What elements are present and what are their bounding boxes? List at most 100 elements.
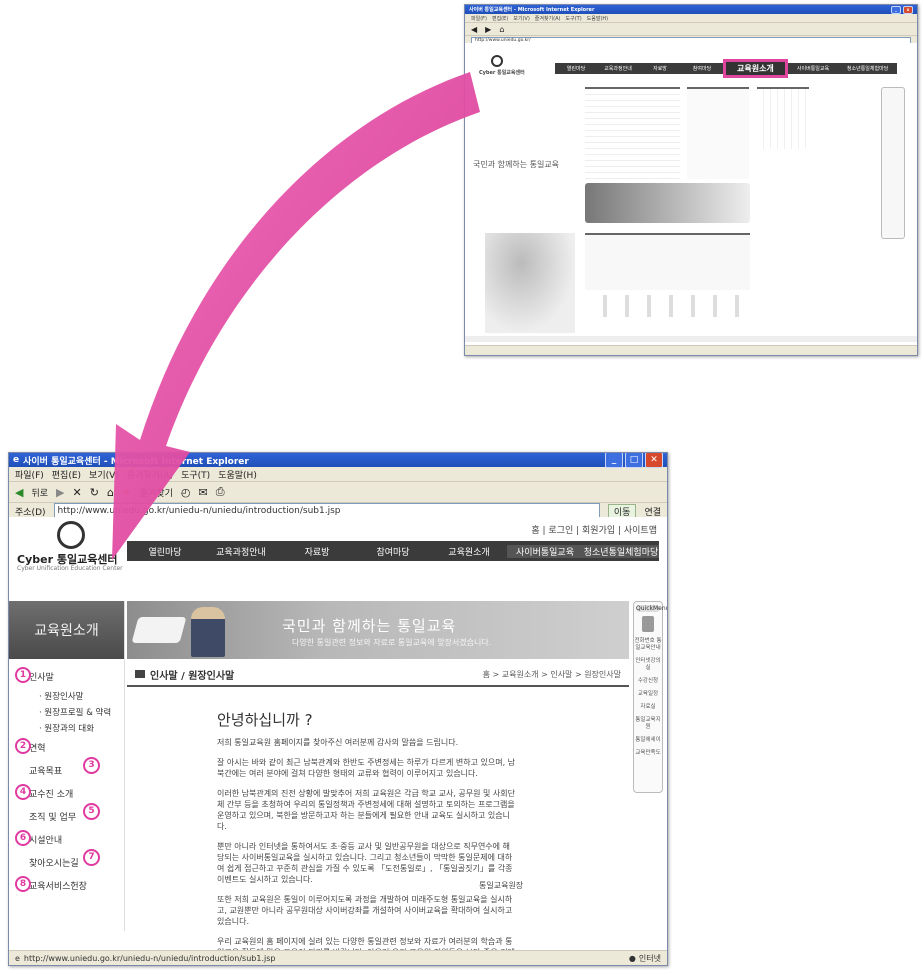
- quick-menu-item[interactable]: 자료실: [634, 704, 662, 711]
- small-minimize-button[interactable]: _: [891, 5, 901, 14]
- small-calendar: [757, 87, 809, 149]
- small-nav-item[interactable]: 자료방: [639, 65, 681, 72]
- nav-cyber-education[interactable]: 사이버통일교육: [507, 544, 583, 558]
- utility-nav[interactable]: 홈 | 로그인 | 회원가입 | 사이트맵: [531, 523, 657, 536]
- mail-icon[interactable]: ✉: [199, 486, 208, 499]
- small-menu-tools[interactable]: 도구(T): [566, 15, 582, 22]
- nav-participation[interactable]: 참여마당: [355, 545, 431, 558]
- close-button[interactable]: ✕: [645, 453, 663, 468]
- callout-number: 3: [83, 757, 100, 774]
- left-nav-sub-label[interactable]: 원장프로필 & 약력: [44, 708, 111, 718]
- big-title-bar: e 사이버 통일교육센터 - Microsoft Internet Explor…: [9, 453, 667, 468]
- left-nav-greeting[interactable]: 1 인사말: [13, 665, 120, 688]
- left-nav-sub-label[interactable]: 원장과의 대화: [44, 724, 94, 734]
- menu-tools[interactable]: 도구(T): [181, 468, 210, 481]
- nav-youth-experience[interactable]: 청소년통일체험마당: [583, 544, 659, 558]
- left-nav-sub-item[interactable]: · 원장과의 대화: [13, 720, 120, 736]
- left-nav-service-charter-label[interactable]: 교육서비스헌장: [29, 882, 87, 892]
- small-status-bar: [465, 345, 917, 355]
- internet-zone-icon: ●: [628, 953, 636, 963]
- left-nav-sub-item[interactable]: · 원장인사말: [13, 688, 120, 704]
- left-nav-organization-label[interactable]: 조직 및 업무: [29, 813, 76, 823]
- left-nav-sub-item[interactable]: · 원장프로필 & 약력: [13, 704, 120, 720]
- greeting-paragraph: 이러한 남북관계의 진전 상황에 발맞추어 저희 교육원은 각급 학교 교사, …: [217, 789, 516, 831]
- quick-menu-header: QuickMenu: [636, 605, 668, 612]
- small-close-button[interactable]: x: [903, 5, 913, 14]
- favorites-button-label[interactable]: 즐겨찾기: [140, 486, 173, 499]
- left-nav-organization[interactable]: 조직 및 업무 5: [13, 803, 120, 828]
- greeting-paragraph: 잘 아시는 바와 같이 최근 남북관계와 한반도 주변정세는 하루가 다르게 변…: [217, 758, 516, 778]
- small-menu-bar: 파일(F) 편집(E) 보기(V) 즐겨찾기(A) 도구(T) 도움말(H): [465, 14, 917, 23]
- quick-menu-item[interactable]: 수강신청: [634, 678, 662, 685]
- small-nav-item[interactable]: 열린마당: [555, 65, 597, 72]
- left-nav-greeting-label[interactable]: 인사말: [29, 673, 54, 683]
- greeting-paragraph: 저희 통일교육원 홈페이지를 찾아주신 여러분께 감사의 말씀을 드립니다.: [217, 738, 459, 747]
- small-menu-file[interactable]: 파일(F): [471, 15, 487, 22]
- greeting-heading: 안녕하십니까 ?: [217, 711, 313, 729]
- left-nav-faculty[interactable]: 4 교수진 소개: [13, 782, 120, 805]
- quick-menu-item[interactable]: 교육만족도: [634, 750, 662, 757]
- quick-menu-item[interactable]: 전화번호 통일교육안내: [634, 638, 662, 652]
- small-nav-highlight-tab[interactable]: 교육원소개: [723, 59, 788, 78]
- quick-menu-item[interactable]: 통일에세이: [634, 737, 662, 744]
- menu-file[interactable]: 파일(F): [15, 468, 44, 481]
- back-button-label[interactable]: 뒤로: [31, 486, 48, 499]
- left-nav-goals-label[interactable]: 교육목표: [29, 767, 62, 777]
- small-menu-help[interactable]: 도움말(H): [587, 15, 608, 22]
- small-logo-text: Cyber 통일교육센터: [479, 70, 525, 76]
- left-nav-history[interactable]: 2 연혁: [13, 736, 120, 759]
- quick-menu-item[interactable]: 통일교육지원: [634, 717, 662, 731]
- left-nav-directions[interactable]: 찾아오시는길 7: [13, 849, 120, 874]
- menu-view[interactable]: 보기(V): [89, 468, 119, 481]
- small-nav-item[interactable]: 참여마당: [681, 65, 723, 72]
- print-icon[interactable]: ⎙: [216, 485, 225, 499]
- minimize-button[interactable]: _: [605, 453, 623, 468]
- small-nav-item[interactable]: 교육과정안내: [597, 65, 639, 72]
- small-forward-icon[interactable]: ▶: [485, 25, 491, 34]
- big-browser-window: e 사이버 통일교육센터 - Microsoft Internet Explor…: [8, 452, 668, 966]
- small-logo-icon: [491, 55, 503, 67]
- nav-open-square[interactable]: 열린마당: [127, 545, 203, 558]
- quick-menu-item[interactable]: 인터넷강의실: [634, 658, 662, 672]
- back-icon[interactable]: ◀: [15, 486, 23, 499]
- small-menu-view[interactable]: 보기(V): [513, 15, 530, 22]
- stop-icon[interactable]: ✕: [73, 486, 82, 499]
- menu-edit[interactable]: 편집(E): [52, 468, 81, 481]
- big-window-title: 사이버 통일교육센터 - Microsoft Internet Explorer: [23, 456, 249, 467]
- small-nav-item[interactable]: 사이버통일교육: [788, 65, 838, 72]
- left-nav-sub-label[interactable]: 원장인사말: [44, 692, 83, 702]
- menu-favorites[interactable]: 즐겨찾기(A): [127, 468, 173, 481]
- signature: 통일교육원장: [479, 881, 524, 890]
- left-nav-service-charter[interactable]: 8 교육서비스헌장: [13, 874, 120, 897]
- favorites-star-icon[interactable]: ★: [122, 486, 132, 499]
- links-label[interactable]: 연결: [644, 505, 661, 518]
- callout-number: 7: [83, 849, 100, 866]
- menu-help[interactable]: 도움말(H): [218, 468, 257, 481]
- small-menu-favorites[interactable]: 즐겨찾기(A): [535, 15, 561, 22]
- home-icon[interactable]: ⌂: [107, 486, 114, 499]
- quick-menu-item[interactable]: 교육일정: [634, 691, 662, 698]
- small-menu-edit[interactable]: 편집(E): [492, 15, 508, 22]
- history-icon[interactable]: ◴: [181, 486, 191, 499]
- small-home-icon[interactable]: ⌂: [499, 25, 504, 34]
- maximize-button[interactable]: □: [625, 453, 643, 468]
- nav-resources[interactable]: 자료방: [279, 545, 355, 558]
- left-nav-facilities[interactable]: 6 시설안내: [13, 828, 120, 851]
- small-back-icon[interactable]: ◀: [471, 25, 477, 34]
- small-nav-item[interactable]: 청소년통일체험마당: [838, 65, 897, 72]
- breadcrumb[interactable]: 홈 > 교육원소개 > 인사말 > 원장인사말: [483, 669, 621, 680]
- banner-book-illustration: [131, 617, 187, 643]
- small-slogan: 국민과 함께하는 통일교육: [473, 160, 560, 169]
- left-nav-goals[interactable]: 교육목표 3: [13, 757, 120, 782]
- site-logo-icon[interactable]: [57, 521, 85, 549]
- left-nav-facilities-label[interactable]: 시설안내: [29, 836, 62, 846]
- callout-number: 1: [15, 667, 31, 683]
- left-nav-faculty-label[interactable]: 교수진 소개: [29, 790, 73, 800]
- greeting-body: 저희 통일교육원 홈페이지를 찾아주신 여러분께 감사의 말씀을 드립니다. 잘…: [217, 737, 517, 965]
- left-nav-history-label[interactable]: 연혁: [29, 744, 46, 754]
- forward-icon[interactable]: ▶: [56, 486, 64, 499]
- nav-about[interactable]: 교육원소개: [431, 545, 507, 558]
- nav-course-guide[interactable]: 교육과정안내: [203, 545, 279, 558]
- refresh-icon[interactable]: ↻: [90, 486, 99, 499]
- left-nav-directions-label[interactable]: 찾아오시는길: [29, 859, 79, 869]
